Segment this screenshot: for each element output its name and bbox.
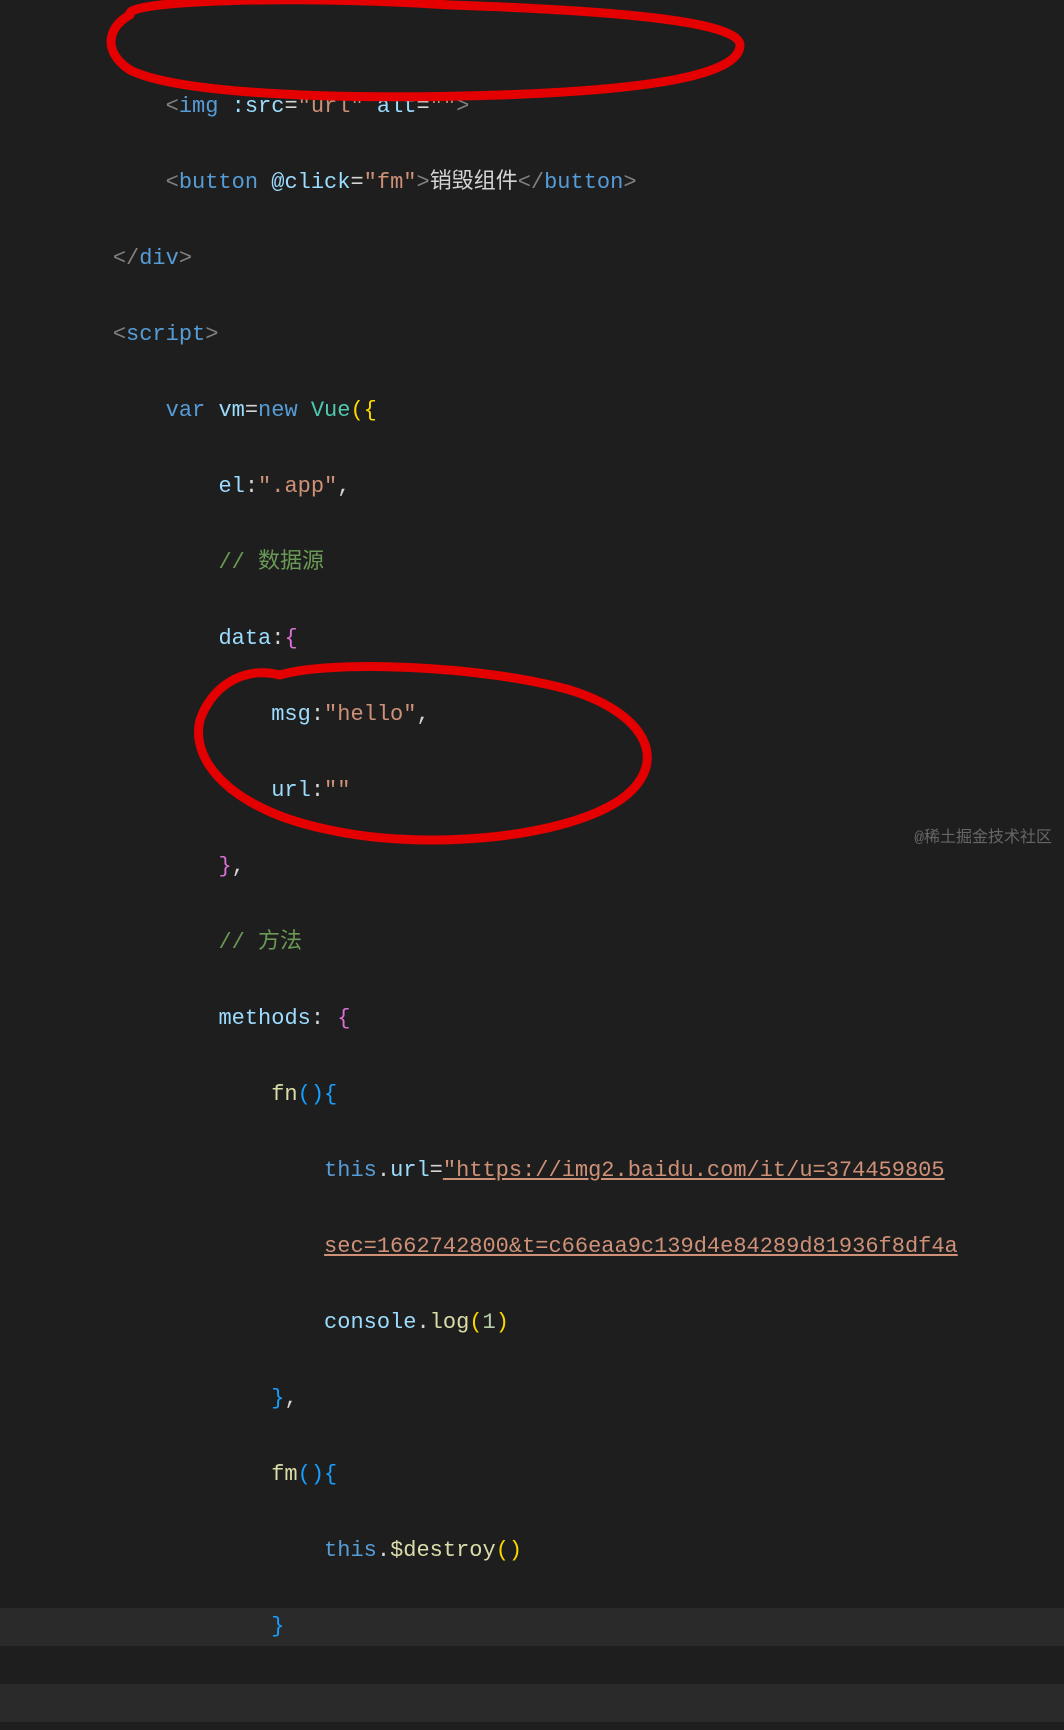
code-line: this.$destroy()	[0, 1532, 1064, 1570]
code-line: <script>	[0, 316, 1064, 354]
code-line: <button @click="fm">销毁组件</button>	[0, 164, 1064, 202]
code-line: this.url="https://img2.baidu.com/it/u=37…	[0, 1152, 1064, 1190]
code-line: // 数据源	[0, 544, 1064, 582]
code-line: fm(){	[0, 1456, 1064, 1494]
code-line: sec=1662742800&t=c66eaa9c139d4e84289d819…	[0, 1228, 1064, 1266]
code-line: <img :src="url" alt="">	[0, 88, 1064, 126]
code-line: console.log(1)	[0, 1304, 1064, 1342]
code-line: el:".app",	[0, 468, 1064, 506]
code-line: msg:"hello",	[0, 696, 1064, 734]
code-line: // 方法	[0, 924, 1064, 962]
code-line: url:""	[0, 772, 1064, 810]
watermark: @稀土掘金技术社区	[914, 819, 1052, 857]
code-line	[0, 1684, 1064, 1722]
code-line: var vm=new Vue({	[0, 392, 1064, 430]
code-line: },	[0, 1380, 1064, 1418]
code-line: fn(){	[0, 1076, 1064, 1114]
code-line: </div>	[0, 240, 1064, 278]
code-line: data:{	[0, 620, 1064, 658]
code-editor[interactable]: <img :src="url" alt=""> <button @click="…	[0, 0, 1064, 1730]
code-line: },	[0, 848, 1064, 886]
code-line: }	[0, 1608, 1064, 1646]
code-line: methods: {	[0, 1000, 1064, 1038]
